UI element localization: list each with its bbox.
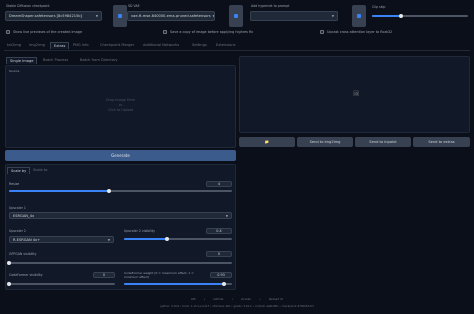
resize-label: Resize (9, 182, 20, 186)
tab-divider (4, 50, 470, 51)
refresh-hypernet-button[interactable] (352, 5, 366, 27)
codeformer-weight-label: CodeFormer weight (0 = maximum effect, 1… (124, 271, 194, 279)
tab-img2img[interactable]: img2img (29, 43, 45, 47)
send-to-inpaint-button[interactable]: Send to inpaint (355, 137, 411, 147)
codeformer-weight-input[interactable]: 0.93 (210, 272, 232, 278)
resize-input[interactable]: 4 (206, 181, 232, 187)
tab-png-info[interactable]: PNG Info (73, 43, 89, 47)
codeformer-weight-fill (124, 283, 225, 285)
footer-link-github[interactable]: Github (213, 297, 223, 301)
upscaler1-dropdown[interactable]: ESRGAN_4x ▼ (9, 212, 232, 219)
upscaler2-value: R-ESRGAN 4x+ (13, 237, 41, 242)
resize-fill (9, 190, 110, 192)
footer-separator: • (203, 297, 206, 301)
footer-link-api[interactable]: API (191, 297, 196, 301)
click-upload-text: Click to Upload (107, 108, 134, 112)
source-image-dropzone[interactable]: Source Drop Image Here - or - Click to U… (5, 65, 236, 148)
upscaler2-visibility-slider[interactable] (124, 236, 232, 241)
upscaler2-visibility-input[interactable]: 0.4 (206, 228, 232, 234)
vae-value: vae-ft-mse-840000-ema-pruned.safetensors (131, 14, 211, 18)
tab-additional-networks[interactable]: Additional Networks (143, 43, 179, 47)
subtab-batch-process[interactable]: Batch Process (43, 58, 68, 62)
checkbox-icon (163, 30, 167, 34)
vae-dropdown[interactable]: vae-ft-mse-840000-ema-pruned.safetensors… (127, 11, 215, 21)
upcast-checkbox[interactable]: Upcast cross attention layer to float32 (320, 30, 392, 34)
resize-slider[interactable] (9, 188, 232, 193)
chevron-down-icon: ▼ (225, 213, 228, 218)
clip-skip-slider[interactable] (372, 13, 468, 18)
gfpgan-slider[interactable] (7, 260, 232, 265)
hypernet-label: Add hypernet to prompt (251, 4, 290, 8)
chevron-down-icon: ▼ (95, 14, 98, 18)
checkbox-icon (320, 30, 324, 34)
gfpgan-label: GFPGAN visibility (9, 252, 37, 256)
checkpoint-value: DreamShaper.safetensors [8c5984215b] (9, 14, 82, 18)
send-to-img2img-button[interactable]: Send to img2img (297, 137, 353, 147)
footer-links: API • Github • Gradio • Reload UI (0, 297, 474, 301)
output-image-panel: 🖼 (239, 56, 470, 133)
hypernet-dropdown[interactable]: ▼ (250, 11, 338, 21)
chevron-down-icon: ▼ (331, 14, 334, 18)
clip-skip-fill (372, 15, 401, 17)
vae-label: SD VAE (128, 4, 140, 8)
checkpoint-label: Stable Diffusion checkpoint (6, 4, 50, 8)
upscaler2-dropdown[interactable]: R-ESRGAN 4x+ ▼ (9, 236, 114, 243)
refresh-icon (357, 14, 361, 18)
codeformer-weight-slider[interactable] (124, 281, 232, 286)
footer-version-info: python: 3.10.6 • torch: 1.13.1+cu117 • x… (160, 305, 314, 308)
visibility-thumb[interactable] (165, 236, 170, 241)
footer-separator: • (259, 297, 261, 301)
live-preview-checkbox[interactable]: Show live previews of the created image (6, 30, 82, 34)
send-to-extras-button[interactable]: Send to extras (413, 137, 470, 147)
folder-icon: 📁 (264, 140, 270, 144)
codeformer-visibility-label: CodeFormer visibility (9, 273, 43, 277)
tab-scale-by[interactable]: Scale by (7, 167, 31, 174)
codeformer-visibility-input[interactable]: 0 (93, 272, 115, 278)
clip-skip-label: Clip skip (372, 5, 386, 9)
tab-scale-to[interactable]: Scale to (33, 168, 47, 172)
tab-extensions[interactable]: Extensions (216, 43, 236, 47)
refresh-icon (234, 14, 238, 18)
subtab-batch-directory[interactable]: Batch from Directory (80, 58, 118, 62)
tab-txt2img[interactable]: txt2img (7, 43, 21, 47)
gfpgan-thumb[interactable] (7, 260, 11, 265)
upscaler1-value: ESRGAN_4x (13, 213, 35, 218)
chevron-down-icon: ▼ (107, 237, 110, 242)
clip-skip-thumb[interactable] (398, 13, 403, 18)
upscaler1-label: Upscaler 1 (9, 206, 26, 210)
codeformer-visibility-thumb[interactable] (7, 281, 11, 286)
footer-link-gradio[interactable]: Gradio (241, 297, 251, 301)
upscaler2-visibility-label: Upscaler 2 visibility (124, 229, 156, 233)
visibility-fill (124, 238, 168, 240)
chevron-down-icon: ▼ (212, 14, 215, 18)
footer-link-reload-ui[interactable]: Reload UI (269, 297, 283, 301)
tab-checkpoint-merger[interactable]: Checkpoint Merger (100, 43, 134, 47)
generate-button[interactable]: Generate (5, 150, 236, 161)
upscaler2-label: Upscaler 2 (9, 229, 26, 233)
refresh-icon (118, 14, 122, 18)
footer-separator: • (231, 297, 234, 301)
open-folder-button[interactable]: 📁 (239, 137, 295, 147)
image-placeholder-icon: 🖼 (353, 91, 360, 97)
source-label: Source (9, 69, 20, 73)
tab-extras[interactable]: Extras (50, 42, 70, 49)
refresh-vae-button[interactable] (229, 5, 243, 27)
refresh-checkpoint-button[interactable] (113, 5, 127, 27)
tab-settings[interactable]: Settings (192, 43, 207, 47)
checkbox-icon (6, 30, 10, 34)
subtab-single-image[interactable]: Single Image (6, 57, 38, 64)
checkpoint-dropdown[interactable]: DreamShaper.safetensors [8c5984215b] ▼ (5, 11, 102, 21)
codeformer-visibility-slider[interactable] (7, 281, 115, 286)
gfpgan-input[interactable]: 0 (206, 251, 232, 257)
save-copy-checkbox[interactable]: Save a copy of image before applying hig… (163, 30, 253, 34)
